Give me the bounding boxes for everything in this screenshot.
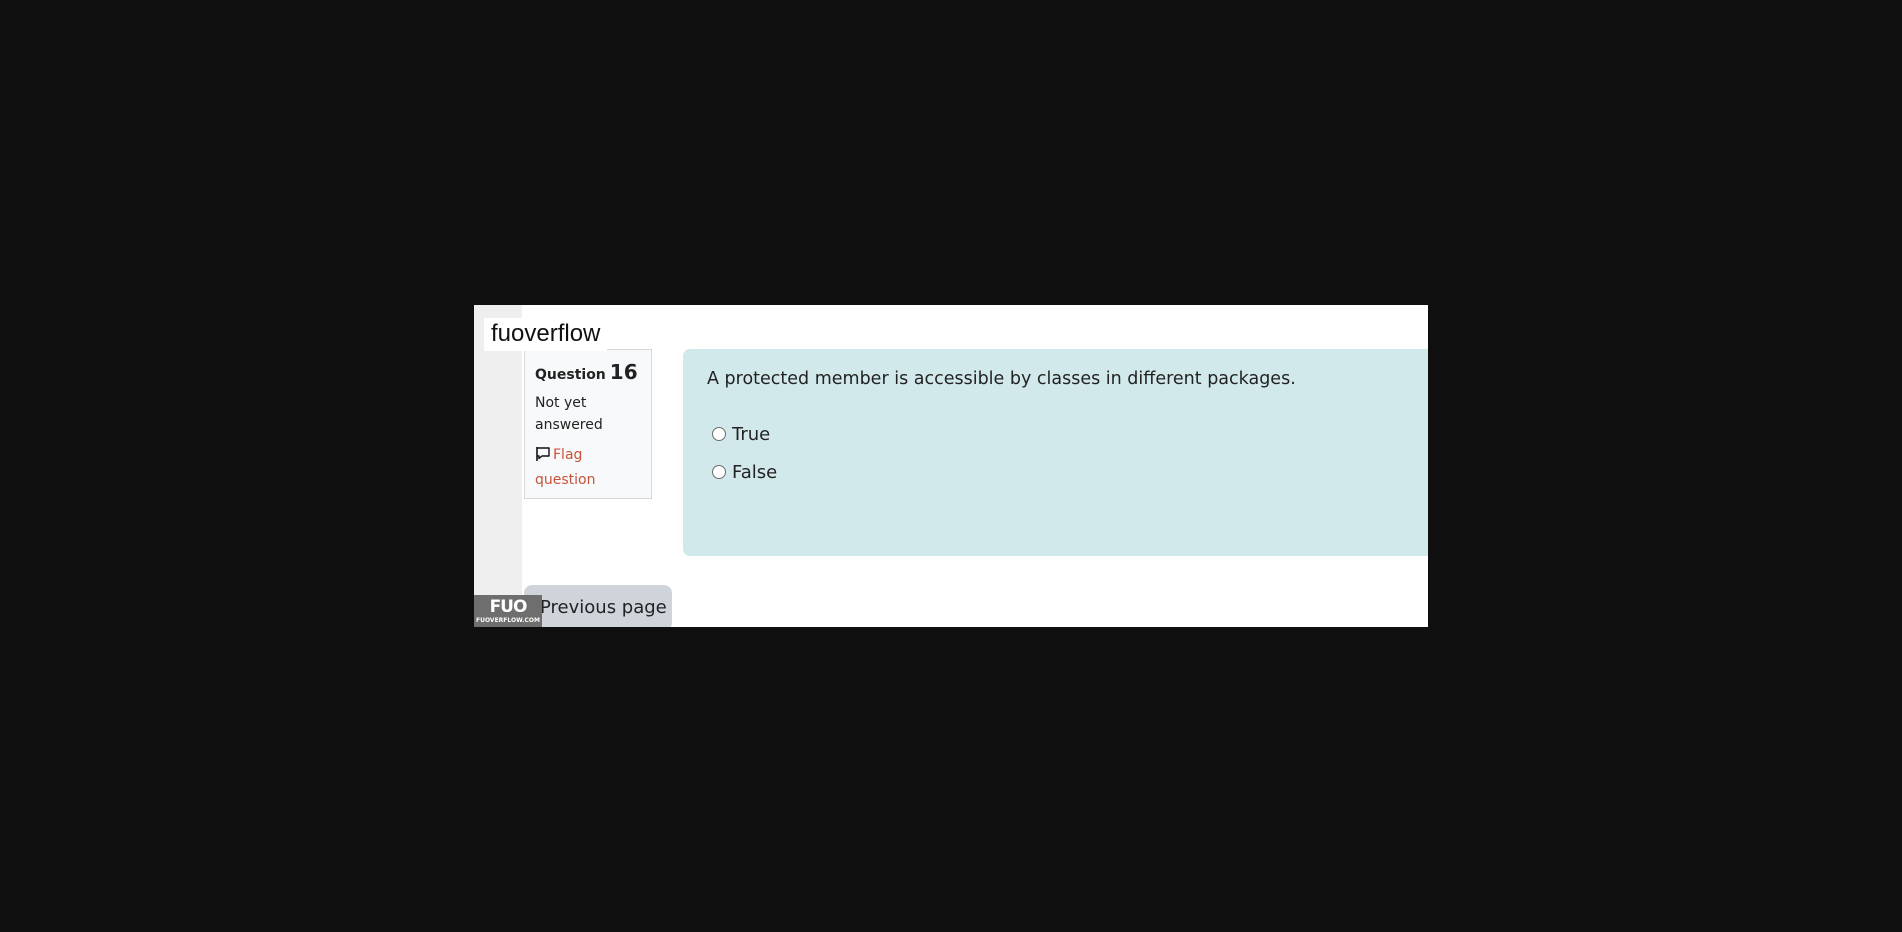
flag-icon [535, 446, 551, 469]
previous-page-button[interactable]: Previous page [524, 585, 672, 627]
radio-button-false[interactable] [712, 464, 726, 479]
answer-option-label: True [732, 424, 771, 445]
watermark-brand: fuoverflow [484, 318, 608, 351]
logo-mark: FUO [489, 597, 528, 617]
answer-option-label: False [732, 462, 778, 483]
question-text: A protected member is accessible by clas… [707, 369, 1296, 389]
question-heading: Question 16 [535, 360, 641, 384]
flag-question-link[interactable]: Flag question [535, 444, 641, 491]
radio-button-true[interactable] [712, 426, 726, 441]
answer-option-false[interactable]: False [712, 462, 777, 483]
question-info-panel: Question 16 Not yet answered Flag questi… [524, 349, 652, 499]
quiz-screenshot: Question 16 Not yet answered Flag questi… [474, 305, 1428, 627]
question-content-box: A protected member is accessible by clas… [683, 349, 1428, 556]
answer-option-true[interactable]: True [712, 424, 770, 445]
question-label: Question [535, 367, 606, 383]
watermark-logo: FUO FUOVERFLOW.COM [474, 595, 542, 627]
question-number: 16 [609, 360, 638, 384]
question-state: Not yet answered [535, 395, 603, 433]
logo-subtext: FUOVERFLOW.COM [476, 617, 540, 624]
left-drawer-strip [474, 305, 522, 627]
